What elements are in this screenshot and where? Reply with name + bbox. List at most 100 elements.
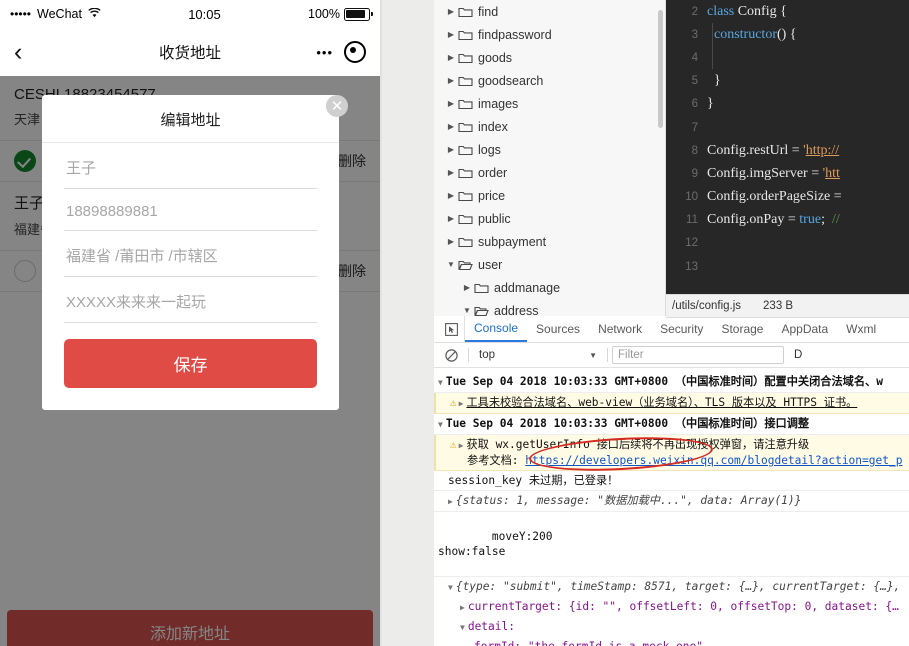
code-text: class Config { bbox=[707, 3, 787, 19]
folder-icon bbox=[458, 167, 474, 179]
tree-item-price[interactable]: price bbox=[434, 184, 665, 207]
tree-item-public[interactable]: public bbox=[434, 207, 665, 230]
close-icon[interactable]: ✕ bbox=[326, 95, 348, 117]
tree-item-images[interactable]: images bbox=[434, 92, 665, 115]
console-object-row[interactable]: ▶ {status: 1, message: "数据加载中...", data: … bbox=[434, 491, 909, 512]
console-group-row[interactable]: ▼ Tue Sep 04 2018 10:03:33 GMT+0800 （中国标准… bbox=[434, 414, 909, 435]
save-button[interactable]: 保存 bbox=[64, 339, 317, 388]
nav-actions: ••• bbox=[316, 41, 366, 63]
line-number: 3 bbox=[691, 28, 698, 41]
carrier-label: WeChat bbox=[37, 7, 82, 21]
chevron-down-icon[interactable]: ▼ bbox=[460, 623, 465, 632]
chevron-right-icon[interactable] bbox=[444, 122, 458, 131]
chevron-right-icon[interactable]: ▶ bbox=[459, 399, 464, 408]
back-button[interactable]: ‹ bbox=[14, 39, 40, 65]
status-bar-left: ••••• WeChat bbox=[10, 7, 101, 21]
tree-item-label: address bbox=[494, 303, 539, 317]
file-tree: find findpassword goods goodsearch image… bbox=[434, 0, 666, 316]
folder-icon bbox=[458, 98, 474, 110]
chevron-right-icon[interactable] bbox=[460, 283, 474, 292]
console-group-row[interactable]: ▼ Tue Sep 04 2018 10:03:33 GMT+0800 （中国标准… bbox=[434, 372, 909, 393]
tree-item-label: findpassword bbox=[478, 27, 552, 42]
consignee-field[interactable]: 王子 bbox=[64, 143, 317, 189]
chevron-down-icon[interactable] bbox=[444, 260, 458, 269]
console-toolbar: top ▼ Filter D bbox=[434, 343, 909, 368]
console-log-row[interactable]: session_key 未过期，已登录！ bbox=[434, 471, 909, 491]
code-line: 11 Config.onPay = true; // bbox=[666, 209, 909, 232]
tree-item-label: public bbox=[478, 211, 511, 226]
tab-console[interactable]: Console bbox=[465, 316, 528, 342]
folder-icon bbox=[474, 282, 490, 294]
nav-bar: ‹ 收货地址 ••• bbox=[0, 28, 380, 76]
tree-scrollbar[interactable] bbox=[658, 10, 663, 128]
console-log-row[interactable]: moveY:200 show:false bbox=[434, 512, 909, 577]
tree-item-goodsearch[interactable]: goodsearch bbox=[434, 69, 665, 92]
folder-icon bbox=[458, 75, 474, 87]
doc-link[interactable]: https://developers.weixin.qq.com/blogdet… bbox=[525, 454, 902, 467]
chevron-right-icon[interactable]: ▶ bbox=[459, 441, 464, 450]
chevron-right-icon[interactable] bbox=[444, 76, 458, 85]
tree-item-label: index bbox=[478, 119, 508, 134]
chevron-down-icon[interactable]: ▼ bbox=[438, 378, 443, 387]
default-levels-label[interactable]: D bbox=[794, 349, 802, 361]
chevron-right-icon[interactable] bbox=[444, 191, 458, 200]
tab-sources[interactable]: Sources bbox=[527, 316, 589, 342]
line-number: 12 bbox=[685, 237, 698, 250]
chevron-down-icon[interactable]: ▼ bbox=[589, 351, 597, 360]
chevron-right-icon[interactable] bbox=[444, 145, 458, 154]
code-editor[interactable]: 2 class Config { 3 constructor() { 4 5 } … bbox=[666, 0, 909, 316]
mobile-field[interactable]: 18898889881 bbox=[64, 189, 317, 231]
chevron-right-icon[interactable] bbox=[444, 168, 458, 177]
region-field[interactable]: 福建省 /莆田市 /市辖区 bbox=[64, 231, 317, 277]
chevron-down-icon[interactable] bbox=[460, 306, 474, 315]
close-target-icon[interactable] bbox=[344, 41, 366, 63]
execution-context-select[interactable]: top ▼ bbox=[473, 349, 603, 361]
chevron-right-icon[interactable] bbox=[444, 53, 458, 62]
console-prop-row[interactable]: formId: "the formId is a mock one" bbox=[434, 637, 909, 646]
tab-storage[interactable]: Storage bbox=[712, 316, 772, 342]
chevron-down-icon[interactable]: ▼ bbox=[448, 583, 453, 592]
line-number: 11 bbox=[686, 214, 698, 227]
console-message: {type: "submit", timeStamp: 8571, target… bbox=[455, 580, 901, 593]
modal-panel: 编辑地址 王子 18898889881 福建省 /莆田市 /市辖区 XXXXX来… bbox=[42, 95, 339, 410]
tree-item-order[interactable]: order bbox=[434, 161, 665, 184]
chevron-right-icon[interactable] bbox=[444, 237, 458, 246]
tree-item-findpassword[interactable]: findpassword bbox=[434, 23, 665, 46]
detail-address-field[interactable]: XXXXX来来来一起玩 bbox=[64, 277, 317, 323]
tree-item-user[interactable]: user bbox=[434, 253, 665, 276]
inspect-element-icon[interactable] bbox=[438, 316, 465, 342]
chevron-right-icon[interactable] bbox=[444, 99, 458, 108]
clear-console-icon[interactable] bbox=[438, 348, 464, 362]
console-prop-row[interactable]: ▼ detail: bbox=[434, 617, 909, 637]
code-line: 5 } bbox=[666, 70, 909, 93]
tree-item-logs[interactable]: logs bbox=[434, 138, 665, 161]
console-warning-row[interactable]: ⚠ ▶ 工具未校验合法域名、web-view（业务域名）、TLS 版本以及 HTTP… bbox=[434, 393, 909, 414]
line-number: 7 bbox=[691, 121, 698, 134]
chevron-right-icon[interactable] bbox=[444, 30, 458, 39]
tab-network[interactable]: Network bbox=[589, 316, 651, 342]
console-object-row[interactable]: ▼ {type: "submit", timeStamp: 8571, targe… bbox=[434, 577, 909, 597]
tab-security[interactable]: Security bbox=[651, 316, 712, 342]
chevron-right-icon[interactable] bbox=[444, 7, 458, 16]
tree-item-addmanage[interactable]: addmanage bbox=[434, 276, 665, 299]
tree-item-goods[interactable]: goods bbox=[434, 46, 665, 69]
tree-item-address[interactable]: address bbox=[434, 299, 665, 316]
chevron-right-icon[interactable] bbox=[444, 214, 458, 223]
tree-item-index[interactable]: index bbox=[434, 115, 665, 138]
tree-item-subpayment[interactable]: subpayment bbox=[434, 230, 665, 253]
chevron-right-icon[interactable]: ▶ bbox=[448, 497, 453, 506]
console-output[interactable]: ▼ Tue Sep 04 2018 10:03:33 GMT+0800 （中国标准… bbox=[434, 372, 909, 646]
doc-label: 参考文档: bbox=[467, 454, 519, 467]
chevron-right-icon[interactable]: ▶ bbox=[460, 603, 465, 612]
chevron-down-icon[interactable]: ▼ bbox=[438, 420, 443, 429]
tab-appdata[interactable]: AppData bbox=[772, 316, 837, 342]
tree-item-find[interactable]: find bbox=[434, 0, 665, 23]
more-menu-icon[interactable]: ••• bbox=[316, 46, 333, 59]
filter-input[interactable]: Filter bbox=[612, 346, 784, 364]
console-message: formId: "the formId is a mock one" bbox=[474, 640, 703, 646]
console-warning-row[interactable]: ⚠ ▶ 获取 wx.getUserInfo 接口后续将不再出现授权弹窗，请注意升级 … bbox=[434, 435, 909, 471]
console-prop-row[interactable]: ▶ currentTarget: {id: "", offsetLeft: 0, … bbox=[434, 597, 909, 617]
code-text: Config.imgServer = 'htt bbox=[707, 165, 840, 181]
tab-wxml[interactable]: Wxml bbox=[837, 316, 885, 342]
file-status-bar: /utils/config.js 233 B bbox=[666, 294, 909, 318]
